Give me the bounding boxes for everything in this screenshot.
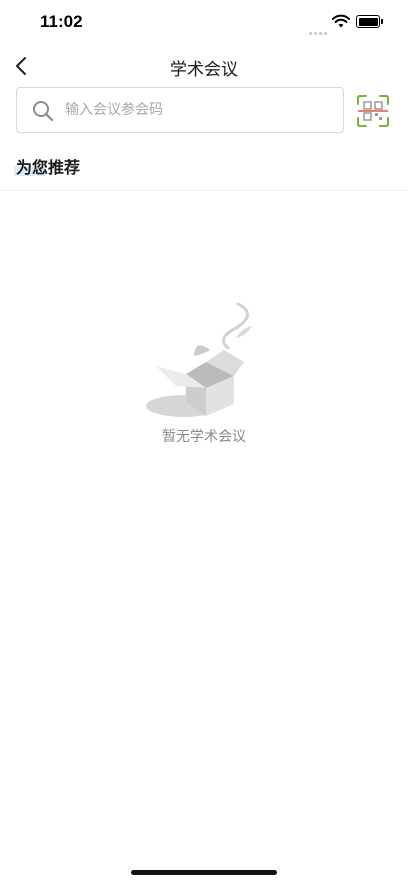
search-icon	[33, 101, 54, 122]
home-indicator[interactable]	[131, 870, 277, 875]
recommend-section-header: 为您推荐	[14, 154, 81, 178]
empty-box-icon	[146, 302, 252, 417]
search-box[interactable]	[16, 87, 344, 133]
nav-bar: 学术会议	[0, 46, 408, 86]
status-time: 11:02	[40, 12, 83, 31]
wifi-icon	[332, 14, 350, 28]
empty-state-message: 暂无学术会议	[162, 429, 246, 445]
battery-icon	[356, 15, 383, 28]
status-bar: 11:02	[0, 0, 408, 46]
search-input[interactable]	[65, 88, 325, 132]
scan-button[interactable]	[356, 94, 390, 128]
divider	[0, 190, 408, 191]
section-title: 为您推荐	[16, 158, 81, 177]
page-title: 学术会议	[170, 60, 238, 80]
qr-scan-icon	[357, 95, 389, 127]
cellular-signal-icon	[309, 20, 329, 39]
